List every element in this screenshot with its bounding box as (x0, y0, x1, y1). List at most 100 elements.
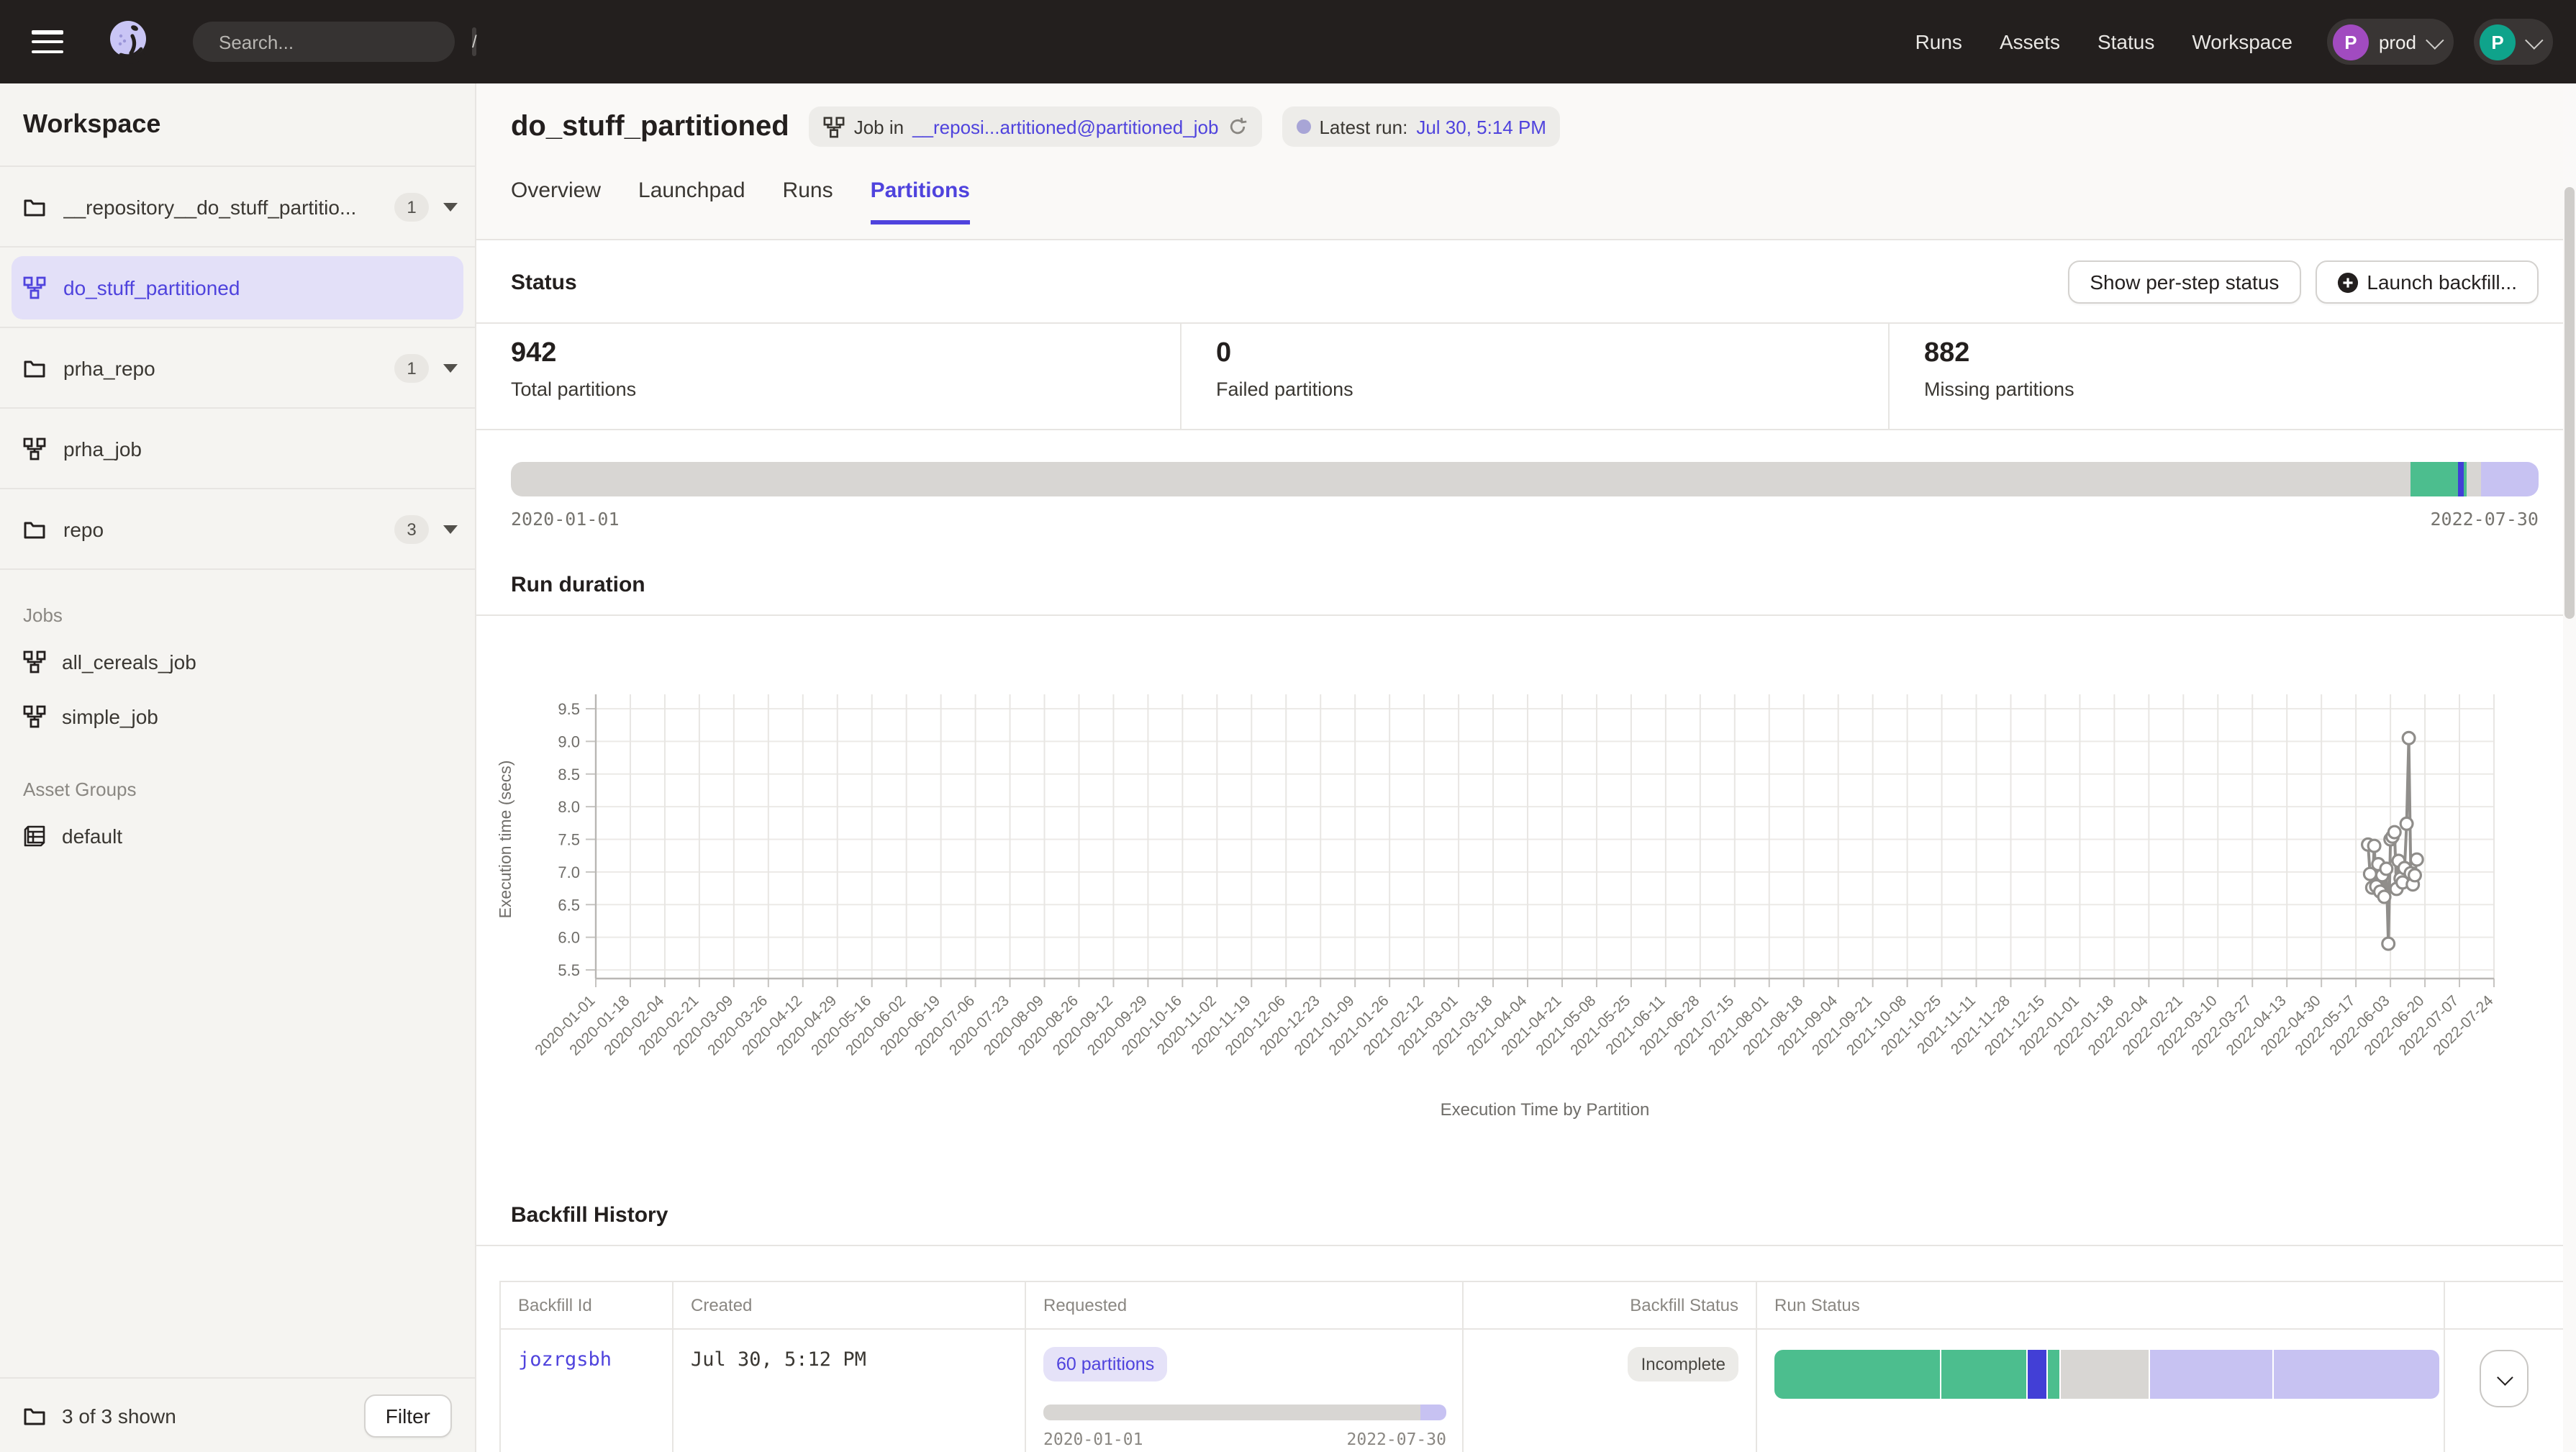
data-point[interactable] (2378, 891, 2390, 903)
top-nav-workspace[interactable]: Workspace (2192, 30, 2292, 53)
sidebar-item-label: repo (63, 517, 394, 540)
requested-range-end: 2022-07-30 (1347, 1429, 1447, 1449)
svg-text:Execution time (secs): Execution time (secs) (496, 761, 514, 919)
svg-text:9.0: 9.0 (558, 732, 580, 750)
asset-group-icon (23, 824, 47, 848)
scrollbar[interactable] (2563, 83, 2576, 1452)
job-tabs: Overview Launchpad Runs Partitions (511, 178, 2539, 224)
tab-launchpad[interactable]: Launchpad (638, 178, 745, 224)
stat-label: Total partitions (511, 378, 1180, 400)
page-title: do_stuff_partitioned (511, 110, 789, 143)
job-origin-link[interactable]: __reposi...artitioned@partitioned_job (912, 116, 1218, 137)
status-section-header: Status Show per-step status Launch backf… (476, 240, 2576, 322)
bar-segment (2274, 1350, 2439, 1399)
run-duration-chart: 5.56.06.57.07.58.08.59.09.52020-01-01202… (476, 616, 2576, 1134)
partition-status-bar[interactable] (511, 462, 2539, 496)
chevron-down-icon[interactable] (443, 202, 458, 211)
bar-segment (1774, 1350, 1940, 1399)
job-icon (23, 435, 49, 461)
run-status-dot-icon (1296, 119, 1310, 134)
stat-total-partitions: 942Total partitions (476, 324, 1180, 429)
launch-backfill-button[interactable]: Launch backfill... (2315, 260, 2539, 304)
bar-segment (2411, 462, 2459, 496)
sidebar-item-default[interactable]: default (0, 809, 475, 863)
filter-button[interactable]: Filter (364, 1394, 452, 1437)
sidebar-item-simple-job[interactable]: simple_job (0, 689, 475, 744)
svg-text:7.5: 7.5 (558, 831, 580, 849)
data-point[interactable] (2403, 732, 2415, 744)
sidebar-item-prha-job[interactable]: prha_job (0, 409, 475, 489)
latest-run-label: Latest run: (1319, 116, 1407, 137)
data-point[interactable] (2409, 869, 2421, 881)
data-point[interactable] (2382, 938, 2395, 950)
sidebar-asset-groups-list: default (0, 809, 475, 863)
svg-text:6.5: 6.5 (558, 896, 580, 914)
refresh-icon[interactable] (1227, 117, 1247, 137)
top-nav-runs[interactable]: Runs (1915, 30, 1962, 53)
chevron-down-icon[interactable] (443, 363, 458, 372)
hamburger-menu-icon[interactable] (32, 30, 63, 53)
column-header-created: Created (673, 1281, 1025, 1329)
sidebar-item-label: all_cereals_job (62, 650, 196, 673)
top-nav-assets[interactable]: Assets (2000, 30, 2060, 53)
requested-partitions-badge[interactable]: 60 partitions (1043, 1347, 1167, 1381)
sidebar-item-label: prha_repo (63, 356, 394, 379)
svg-text:Execution Time by Partition: Execution Time by Partition (1441, 1100, 1650, 1120)
asset-groups-section-label: Asset Groups (0, 744, 475, 809)
sidebar-footer: 3 of 3 shown Filter (0, 1377, 475, 1452)
run-status-bar[interactable] (1774, 1350, 2439, 1399)
top-nav-status[interactable]: Status (2097, 30, 2154, 53)
sidebar-item-label: simple_job (62, 705, 158, 728)
data-point[interactable] (2380, 863, 2393, 875)
partition-status-bar-block: 2020-01-01 2022-07-30 (476, 430, 2576, 530)
chevron-down-icon (2525, 30, 2543, 48)
user-avatar: P (2480, 24, 2516, 60)
svg-text:8.5: 8.5 (558, 766, 580, 784)
sidebar-item-label: __repository__do_stuff_partitio... (63, 195, 394, 218)
requested-range-start: 2020-01-01 (1043, 1429, 1143, 1449)
tab-overview[interactable]: Overview (511, 178, 601, 224)
job-icon (23, 274, 49, 300)
latest-run-link[interactable]: Jul 30, 5:14 PM (1416, 116, 1546, 137)
sidebar-item-prha-repo[interactable]: prha_repo1 (0, 328, 475, 409)
tab-runs[interactable]: Runs (783, 178, 833, 224)
data-point[interactable] (2400, 817, 2413, 830)
user-menu[interactable]: P (2474, 19, 2553, 65)
folder-icon (23, 1403, 47, 1428)
top-nav-bar: / Runs Assets Status Workspace P prod P (0, 0, 2576, 83)
data-point[interactable] (2411, 853, 2423, 866)
bar-segment (2049, 1350, 2060, 1399)
count-badge: 1 (394, 353, 429, 382)
partition-range-end: 2022-07-30 (2430, 508, 2539, 530)
sidebar-item-all-cereals-job[interactable]: all_cereals_job (0, 635, 475, 689)
global-search: / (193, 22, 455, 62)
sidebar-item-repo[interactable]: repo3 (0, 489, 475, 570)
dagster-app: / Runs Assets Status Workspace P prod P Wor… (0, 0, 2576, 1452)
status-section-title: Status (511, 270, 577, 294)
scrollbar-thumb[interactable] (2564, 187, 2575, 619)
data-point[interactable] (2388, 826, 2400, 838)
dagster-logo-icon[interactable] (104, 16, 155, 68)
folder-icon (23, 355, 49, 381)
bar-segment (1043, 1405, 1421, 1420)
plus-circle-icon (2336, 272, 2358, 294)
sidebar-item-do-stuff-partitioned[interactable]: do_stuff_partitioned (0, 248, 475, 328)
chevron-down-icon[interactable] (443, 525, 458, 533)
backfill-id-link[interactable]: jozrgsbh (518, 1348, 612, 1371)
svg-text:7.0: 7.0 (558, 863, 580, 881)
job-header: do_stuff_partitioned Job in __reposi...a… (476, 83, 2576, 240)
sidebar-item--repository-do-stuff-partitio-[interactable]: __repository__do_stuff_partitio...1 (0, 167, 475, 248)
stat-label: Missing partitions (1924, 378, 2576, 400)
show-per-step-status-button[interactable]: Show per-step status (2068, 260, 2300, 304)
count-badge: 1 (394, 192, 429, 221)
job-origin-prefix: Job in (854, 116, 904, 137)
search-input[interactable] (219, 31, 472, 53)
bar-segment (1941, 1350, 2026, 1399)
deployment-switcher[interactable]: P prod (2327, 19, 2454, 65)
data-point[interactable] (2368, 840, 2380, 852)
sidebar-item-label: do_stuff_partitioned (63, 276, 452, 299)
stat-value: 0 (1216, 338, 1888, 370)
svg-text:9.5: 9.5 (558, 700, 580, 718)
row-expand-button[interactable] (2480, 1350, 2529, 1407)
tab-partitions[interactable]: Partitions (871, 178, 970, 224)
